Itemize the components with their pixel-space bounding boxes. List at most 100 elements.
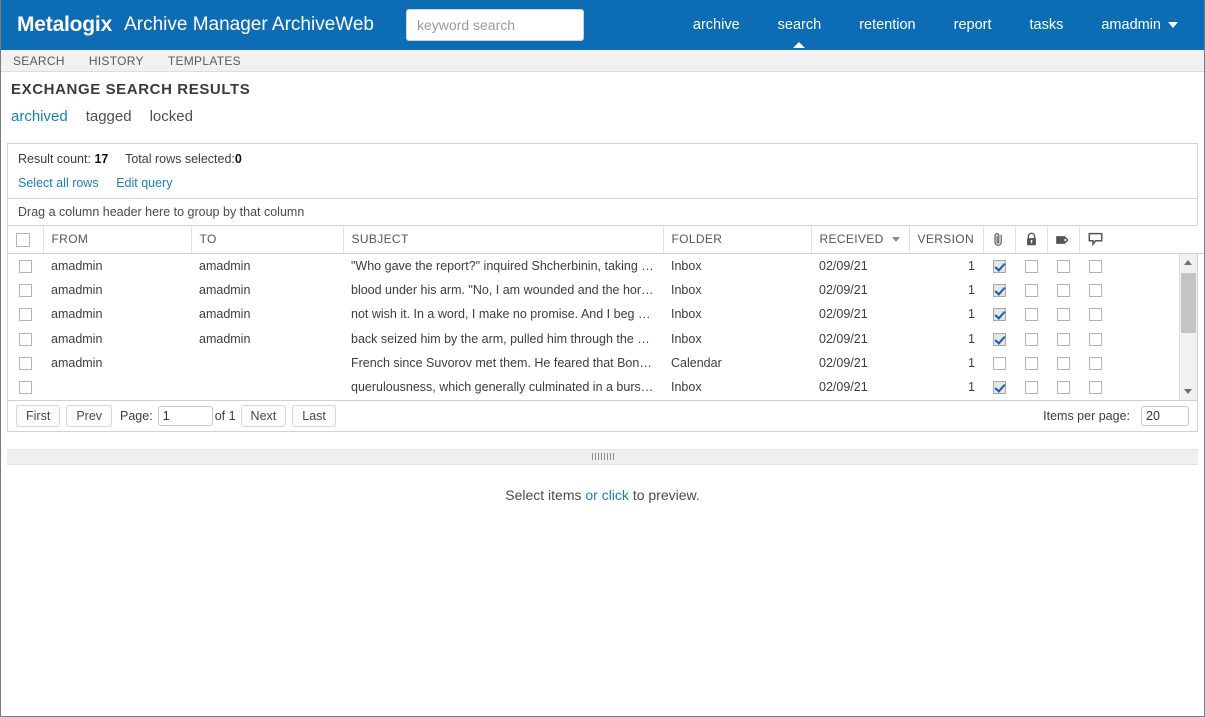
preview-splitter[interactable] [7, 448, 1198, 465]
tagged-checkbox[interactable] [1056, 332, 1070, 346]
row-select-checkbox[interactable] [19, 356, 32, 370]
locked-checkbox-cell[interactable] [1015, 375, 1047, 399]
comment-checkbox[interactable] [1088, 332, 1102, 346]
comment-checkbox-cell[interactable] [1079, 302, 1111, 326]
attachment-checkbox-cell[interactable] [983, 326, 1015, 350]
select-all-checkbox[interactable] [16, 232, 30, 247]
header-folder[interactable]: FOLDER [663, 226, 812, 254]
attachment-checkbox-cell[interactable] [983, 375, 1015, 399]
locked-checkbox[interactable] [1024, 381, 1038, 395]
row-select-checkbox-cell[interactable] [8, 278, 43, 302]
edit-query-link[interactable]: Edit query [116, 176, 172, 190]
comment-checkbox-cell[interactable] [1079, 351, 1111, 375]
comment-checkbox[interactable] [1088, 356, 1102, 370]
cell-subject[interactable]: blood under his arm. "No, I am wounded a… [343, 278, 663, 302]
header-to[interactable]: TO [191, 226, 344, 254]
attachment-checkbox[interactable] [992, 308, 1006, 322]
header-from[interactable]: FROM [43, 226, 192, 254]
row-select-checkbox[interactable] [19, 308, 32, 322]
tagged-checkbox[interactable] [1056, 356, 1070, 370]
row-select-checkbox[interactable] [19, 332, 32, 346]
tagged-checkbox-cell[interactable] [1047, 351, 1079, 375]
preview-click-link[interactable]: or click [585, 487, 629, 503]
cell-subject[interactable]: French since Suvorov met them. He feared… [343, 351, 663, 375]
cell-subject[interactable]: not wish it. In a word, I make no promis… [343, 302, 663, 326]
header-version[interactable]: VERSION [909, 226, 984, 254]
attachment-checkbox-cell[interactable] [983, 351, 1015, 375]
nav-item-archive[interactable]: archive [674, 0, 759, 50]
next-page-button[interactable]: Next [240, 404, 287, 427]
attachment-checkbox[interactable] [992, 260, 1006, 274]
table-row[interactable]: amadmin amadmin not wish it. In a word, I … [8, 302, 1197, 326]
user-menu[interactable]: amadmin [1082, 0, 1190, 50]
select-all-rows-link[interactable]: Select all rows [18, 176, 99, 190]
grid-vertical-scrollbar[interactable] [1179, 253, 1197, 400]
locked-checkbox[interactable] [1024, 260, 1038, 274]
prev-page-button[interactable]: Prev [66, 404, 113, 427]
row-select-checkbox[interactable] [19, 381, 32, 395]
header-locked[interactable] [1015, 226, 1048, 254]
tagged-checkbox[interactable] [1056, 381, 1070, 395]
locked-checkbox-cell[interactable] [1015, 326, 1047, 350]
group-by-dropzone[interactable]: Drag a column header here to group by th… [8, 199, 1197, 226]
cell-subject[interactable]: back seized him by the arm, pulled him t… [343, 326, 663, 350]
tab-templates[interactable]: TEMPLATES [168, 54, 241, 68]
locked-checkbox-cell[interactable] [1015, 351, 1047, 375]
comment-checkbox[interactable] [1088, 284, 1102, 298]
row-select-checkbox[interactable] [19, 284, 32, 298]
tagged-checkbox-cell[interactable] [1047, 326, 1079, 350]
header-select-all-cell[interactable] [8, 226, 44, 254]
tagged-checkbox-cell[interactable] [1047, 254, 1079, 278]
tagged-checkbox-cell[interactable] [1047, 375, 1079, 399]
header-received[interactable]: RECEIVED [811, 226, 910, 254]
nav-item-report[interactable]: report [935, 0, 1011, 50]
attachment-checkbox[interactable] [992, 332, 1006, 346]
tab-history[interactable]: HISTORY [89, 54, 144, 68]
comment-checkbox-cell[interactable] [1079, 375, 1111, 399]
nav-item-tasks[interactable]: tasks [1011, 0, 1083, 50]
comment-checkbox-cell[interactable] [1079, 278, 1111, 302]
header-comment[interactable] [1079, 226, 1111, 254]
tagged-checkbox-cell[interactable] [1047, 302, 1079, 326]
table-row[interactable]: amadmin amadmin back seized him by the arm… [8, 326, 1197, 350]
filter-tagged[interactable]: tagged [86, 108, 132, 125]
locked-checkbox[interactable] [1024, 356, 1038, 370]
attachment-checkbox-cell[interactable] [983, 278, 1015, 302]
attachment-checkbox[interactable] [992, 381, 1006, 395]
scrollbar-thumb[interactable] [1181, 272, 1196, 333]
tab-search[interactable]: SEARCH [13, 54, 65, 68]
filter-archived[interactable]: archived [11, 108, 68, 125]
tagged-checkbox[interactable] [1056, 260, 1070, 274]
comment-checkbox-cell[interactable] [1079, 326, 1111, 350]
locked-checkbox[interactable] [1024, 308, 1038, 322]
tagged-checkbox[interactable] [1056, 284, 1070, 298]
table-row[interactable]: amadmin amadmin "Who gave the report?" inq… [8, 254, 1197, 278]
comment-checkbox-cell[interactable] [1079, 254, 1111, 278]
nav-item-retention[interactable]: retention [840, 0, 934, 50]
filter-locked[interactable]: locked [150, 108, 193, 125]
last-page-button[interactable]: Last [292, 404, 336, 427]
header-subject[interactable]: SUBJECT [343, 226, 664, 254]
attachment-checkbox[interactable] [992, 284, 1006, 298]
attachment-checkbox-cell[interactable] [983, 254, 1015, 278]
table-row[interactable]: amadmin French since Suvorov met them. He… [8, 351, 1197, 375]
items-per-page-input[interactable] [1141, 405, 1189, 426]
row-select-checkbox-cell[interactable] [8, 351, 43, 375]
locked-checkbox-cell[interactable] [1015, 278, 1047, 302]
table-row[interactable]: amadmin amadmin blood under his arm. "No, … [8, 278, 1197, 302]
locked-checkbox[interactable] [1024, 332, 1038, 346]
locked-checkbox-cell[interactable] [1015, 254, 1047, 278]
cell-subject[interactable]: querulousness, which generally culminate… [343, 375, 663, 399]
nav-item-search[interactable]: search [759, 0, 841, 50]
scroll-up-arrow-icon[interactable] [1180, 254, 1197, 271]
locked-checkbox[interactable] [1024, 284, 1038, 298]
tagged-checkbox-cell[interactable] [1047, 278, 1079, 302]
first-page-button[interactable]: First [16, 404, 61, 427]
header-tagged[interactable] [1047, 226, 1080, 254]
comment-checkbox[interactable] [1088, 308, 1102, 322]
scroll-down-arrow-icon[interactable] [1180, 383, 1197, 400]
row-select-checkbox-cell[interactable] [8, 375, 43, 399]
search-input[interactable] [406, 9, 584, 41]
page-number-input[interactable] [157, 405, 213, 426]
row-select-checkbox-cell[interactable] [8, 302, 43, 326]
